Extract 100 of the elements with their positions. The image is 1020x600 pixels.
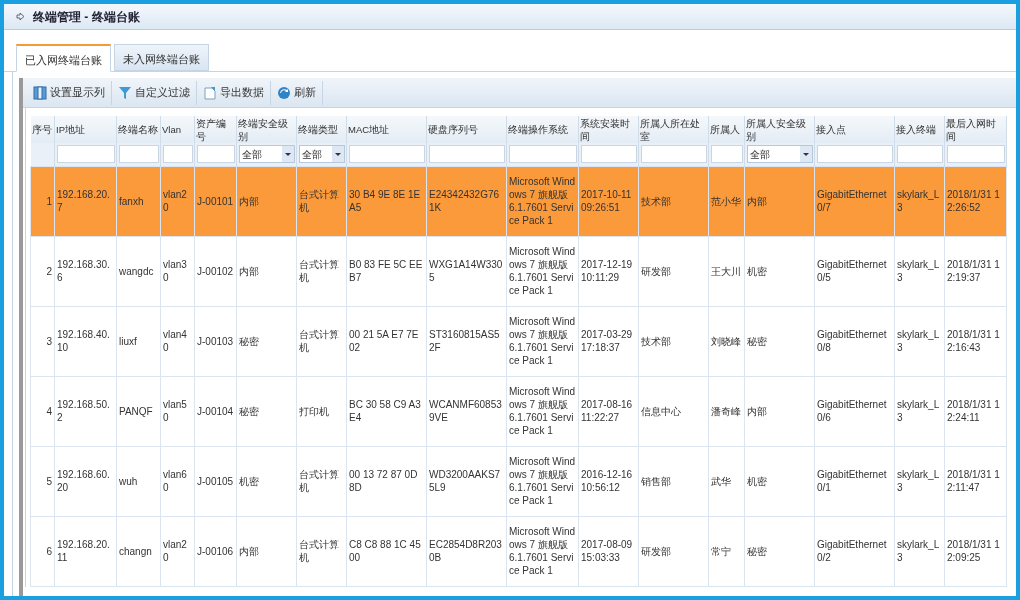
filter-field[interactable] (163, 145, 193, 164)
table-cell: 2018/1/31 12:24:11 (944, 376, 1007, 446)
table-cell: GigabitEthernet0/8 (814, 306, 895, 376)
table-cell: Microsoft Windows 7 旗舰版 6.1.7601 Service Pack 1 (506, 446, 579, 516)
table-cell: J-00106 (194, 516, 237, 586)
table-cell: 潘奇峰 (708, 376, 745, 446)
table-cell: Microsoft Windows 7 旗舰版 6.1.7601 Service Pack 1 (506, 236, 579, 306)
table-cell: vlan40 (160, 306, 195, 376)
table-cell: 内部 (744, 376, 815, 446)
table-row[interactable] (30, 306, 1007, 376)
filter-field[interactable] (947, 145, 1005, 164)
table-cell: 2017-03-29 17:18:37 (578, 306, 639, 376)
toolbar-button[interactable]: 设置显示列 (27, 80, 112, 105)
filter-field[interactable] (641, 145, 707, 164)
caret-icon (332, 146, 344, 163)
table-cell: 王大川 (708, 236, 745, 306)
table-cell: Microsoft Windows 7 旗舰版 6.1.7601 Service Pack 1 (506, 376, 579, 446)
table-row[interactable] (30, 516, 1007, 586)
table-cell: 1 (30, 166, 55, 236)
table-row[interactable] (30, 376, 1007, 446)
table-cell: 信息中心 (638, 376, 709, 446)
table-cell: WCANMF608539VE (426, 376, 507, 446)
filter-field[interactable] (581, 145, 637, 164)
export-icon (203, 85, 217, 100)
filter-field[interactable] (711, 145, 743, 164)
filter-field[interactable] (509, 145, 577, 164)
table-cell: 内部 (744, 166, 815, 236)
table-cell: vlan50 (160, 376, 195, 446)
table-cell: 192.168.20.7 (54, 166, 117, 236)
table-cell: J-00103 (194, 306, 237, 376)
table-cell: 192.168.60.20 (54, 446, 117, 516)
tab[interactable]: 未入网终端台账 (114, 44, 209, 71)
table-cell: Microsoft Windows 7 旗舰版 6.1.7601 Service Pack 1 (506, 516, 579, 586)
table-cell: skylark_L3 (894, 516, 945, 586)
filter-field[interactable] (429, 145, 505, 164)
table-cell: Microsoft Windows 7 旗舰版 6.1.7601 Service Pack 1 (506, 166, 579, 236)
columns-icon (33, 85, 47, 100)
filter-field[interactable] (349, 145, 425, 164)
table-cell: vlan30 (160, 236, 195, 306)
table-cell: 192.168.50.2 (54, 376, 117, 446)
toolbar-button[interactable]: 刷新 (271, 80, 323, 105)
caret-icon (800, 146, 812, 163)
table-cell: skylark_L3 (894, 446, 945, 516)
filter-field[interactable] (897, 145, 943, 164)
table-cell: C8 C8 88 1C 45 00 (346, 516, 427, 586)
table-cell: BC 30 58 C9 A3 E4 (346, 376, 427, 446)
table-cell: liuxf (116, 306, 161, 376)
filter-select[interactable]: 全部 (299, 145, 345, 164)
table-cell: vlan20 (160, 166, 195, 236)
table-cell: GigabitEthernet0/6 (814, 376, 895, 446)
table-cell: skylark_L3 (894, 306, 945, 376)
filter-field[interactable] (197, 145, 235, 164)
table-cell: 秘密 (744, 516, 815, 586)
table-row[interactable] (30, 236, 1007, 306)
table-cell: 4 (30, 376, 55, 446)
filter-select[interactable]: 全部 (747, 145, 813, 164)
table-cell: 机密 (236, 446, 297, 516)
table-cell: 台式计算机 (296, 516, 347, 586)
table-cell: 内部 (236, 166, 297, 236)
filter-field[interactable] (57, 145, 115, 164)
table-cell: EC2854D8R2030B (426, 516, 507, 586)
table-cell: 台式计算机 (296, 306, 347, 376)
table-cell: 内部 (236, 516, 297, 586)
table-cell: 6 (30, 516, 55, 586)
table-cell: GigabitEthernet0/7 (814, 166, 895, 236)
table-cell: 机密 (744, 446, 815, 516)
table-cell: 销售部 (638, 446, 709, 516)
refresh-icon (277, 85, 291, 100)
table-cell: 2017-08-16 11:22:27 (578, 376, 639, 446)
table-cell: 秘密 (236, 376, 297, 446)
table-cell: vlan60 (160, 446, 195, 516)
tab[interactable]: 已入网终端台账 (16, 44, 111, 72)
table-cell: 机密 (744, 236, 815, 306)
table-cell: 2 (30, 236, 55, 306)
table-cell: 192.168.30.6 (54, 236, 117, 306)
table-cell: 30 B4 9E 8E 1E A5 (346, 166, 427, 236)
filter-field[interactable] (119, 145, 159, 164)
table-cell: 武华 (708, 446, 745, 516)
table-cell: ST3160815AS52F (426, 306, 507, 376)
table-cell: B0 83 FE 5C EE B7 (346, 236, 427, 306)
table-cell: 2016-12-16 10:56:12 (578, 446, 639, 516)
table-cell: 打印机 (296, 376, 347, 446)
table-cell: 2017-10-11 09:26:51 (578, 166, 639, 236)
filter-field[interactable] (817, 145, 893, 164)
table-cell: GigabitEthernet0/5 (814, 236, 895, 306)
table-cell: J-00104 (194, 376, 237, 446)
table-cell: 内部 (236, 236, 297, 306)
table-cell: Microsoft Windows 7 旗舰版 6.1.7601 Service Pack 1 (506, 306, 579, 376)
table-cell: 范小华 (708, 166, 745, 236)
toolbar-button[interactable]: 导出数据 (197, 80, 271, 105)
table-cell: J-00101 (194, 166, 237, 236)
table-row[interactable] (30, 446, 1007, 516)
table-cell: changn (116, 516, 161, 586)
table-row[interactable] (30, 166, 1007, 236)
table-cell: vlan20 (160, 516, 195, 586)
toolbar-button[interactable]: 自定义过滤 (112, 80, 197, 105)
table-cell: 5 (30, 446, 55, 516)
table-cell: 192.168.40.10 (54, 306, 117, 376)
table-cell: skylark_L3 (894, 376, 945, 446)
filter-select[interactable]: 全部 (239, 145, 295, 164)
